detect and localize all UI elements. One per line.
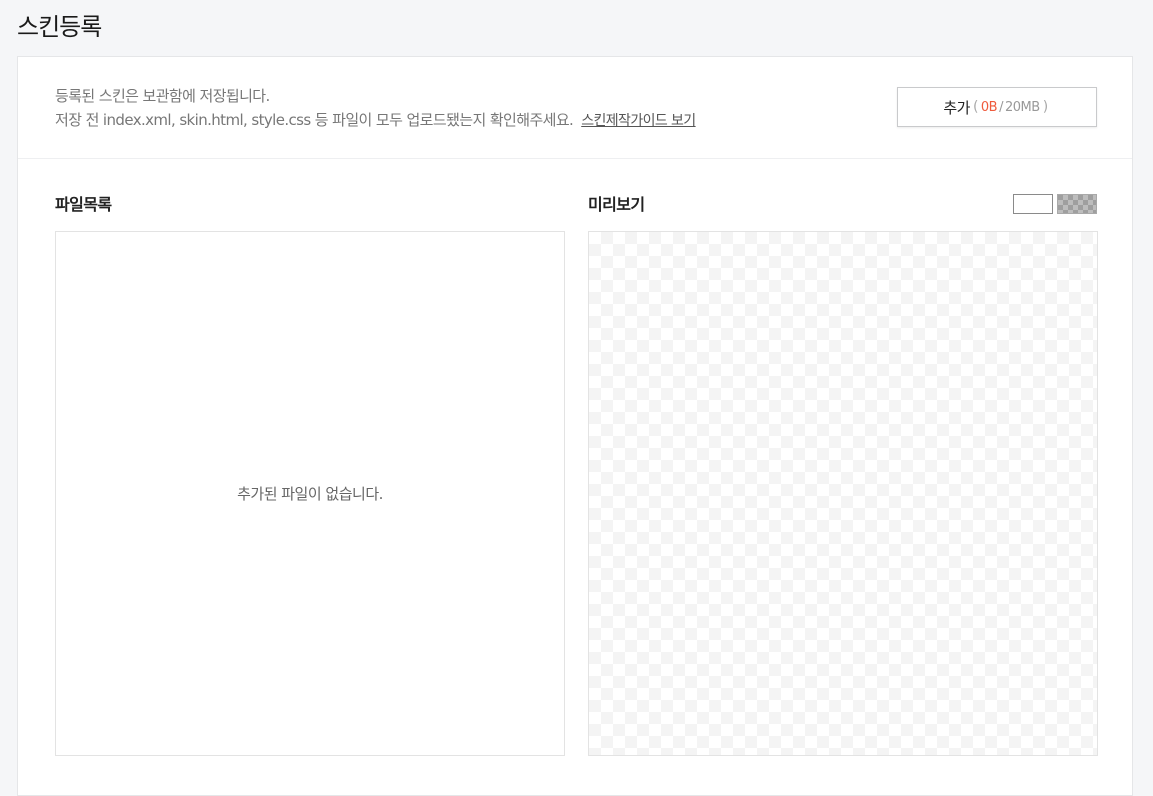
size-limit: 20MB: [1005, 99, 1040, 115]
open-paren: (: [972, 99, 978, 115]
skin-register-panel: 등록된 스킨은 보관함에 저장됩니다. 저장 전 index.xml, skin…: [17, 56, 1133, 796]
page-title: 스킨등록: [17, 13, 102, 41]
close-paren: ): [1042, 99, 1048, 115]
size-separator: /: [999, 99, 1003, 115]
file-list-title: 파일목록: [55, 195, 112, 214]
notice-line-check: 저장 전 index.xml, skin.html, style.css 등 파…: [55, 109, 696, 130]
preview-area: [588, 231, 1098, 756]
file-list-box: 추가된 파일이 없습니다.: [55, 231, 565, 756]
preview-bg-white-toggle[interactable]: [1013, 194, 1053, 214]
add-button-label: 추가: [943, 98, 970, 117]
skin-guide-link[interactable]: 스킨제작가이드 보기: [581, 113, 696, 129]
add-file-button[interactable]: 추가 ( 0B / 20MB ): [897, 87, 1097, 127]
preview-bg-checker-toggle[interactable]: [1057, 194, 1097, 214]
notice-line-storage: 등록된 스킨은 보관함에 저장됩니다.: [55, 87, 270, 105]
notice-section: 등록된 스킨은 보관함에 저장됩니다. 저장 전 index.xml, skin…: [18, 57, 1132, 159]
notice-check-text: 저장 전 index.xml, skin.html, style.css 등 파…: [55, 111, 574, 129]
used-size: 0B: [980, 99, 998, 115]
preview-title: 미리보기: [588, 195, 645, 214]
empty-file-message: 추가된 파일이 없습니다.: [237, 485, 383, 503]
